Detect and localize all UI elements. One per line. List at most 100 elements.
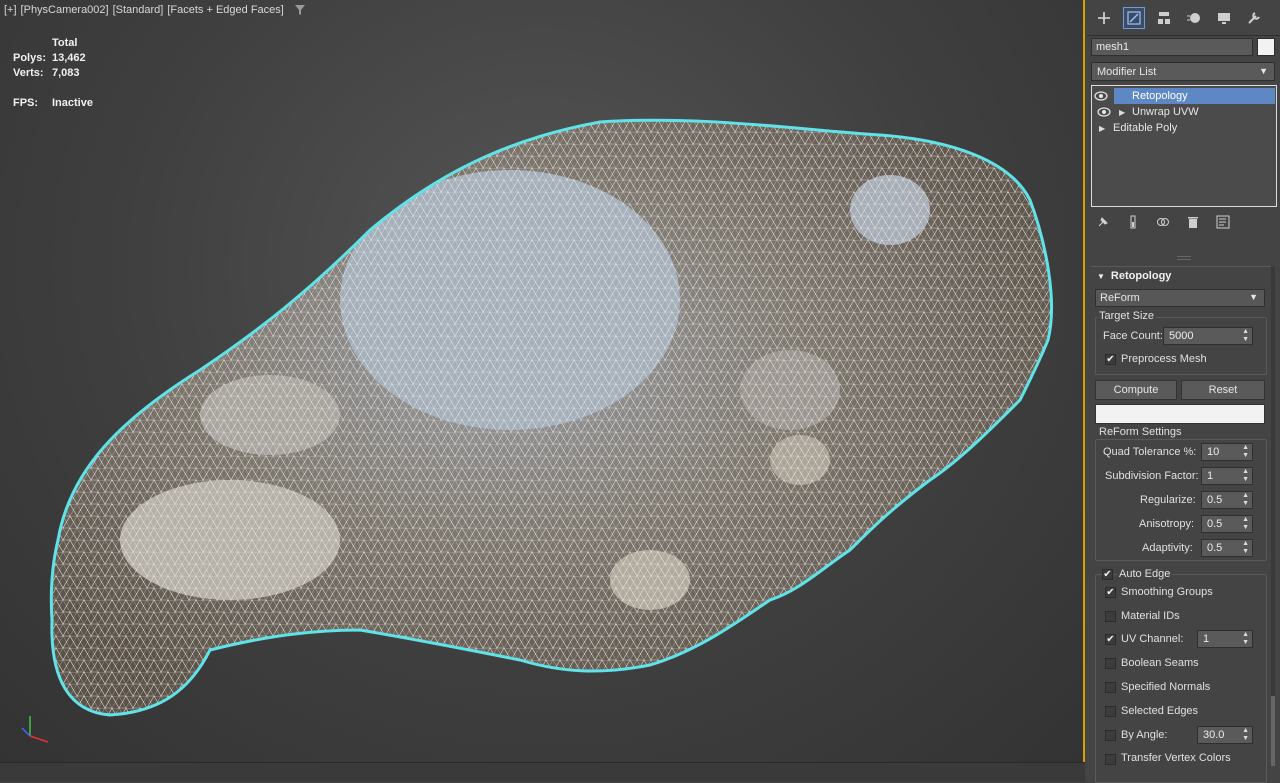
modifier-stack: Retopology ▶ Unwrap UVW ▶ Editable Poly — [1091, 85, 1277, 207]
stack-item-unwrap-uvw[interactable]: ▶ Unwrap UVW — [1092, 104, 1276, 120]
object-color-swatch[interactable] — [1257, 38, 1275, 56]
spinner-arrows-icon[interactable]: ▲ ▼ — [1242, 727, 1249, 743]
chevron-down-icon: ▼ — [1259, 66, 1268, 76]
viewport-display-menu[interactable]: [Facets + Edged Faces] — [167, 4, 283, 16]
by-angle-checkbox[interactable] — [1105, 730, 1116, 741]
panel-resize-grip[interactable] — [1177, 256, 1191, 260]
chevron-down-icon: ▼ — [1249, 292, 1258, 302]
stats-header: Total — [52, 36, 78, 49]
stack-item-label: Unwrap UVW — [1132, 106, 1199, 118]
configure-sets-icon[interactable] — [1215, 214, 1231, 230]
eye-icon[interactable] — [1094, 91, 1108, 101]
compute-button[interactable]: Compute — [1095, 380, 1177, 400]
reset-button[interactable]: Reset — [1181, 380, 1265, 400]
display-tab[interactable] — [1213, 7, 1235, 29]
object-name-field[interactable]: mesh1 — [1091, 38, 1253, 56]
uv-channel-checkbox[interactable]: ✔ — [1105, 634, 1116, 645]
command-panel: mesh1 Modifier List ▼ Retopology ▶ Unwra… — [1087, 0, 1280, 783]
by-angle-spinner[interactable]: 30.0 ▲ ▼ — [1197, 726, 1253, 744]
command-panel-tabs — [1087, 0, 1280, 36]
uv-channel-spinner[interactable]: 1 ▲ ▼ — [1197, 630, 1253, 648]
face-count-spinner[interactable]: 5000 ▲ ▼ — [1163, 327, 1253, 345]
verts-value: 7,083 — [52, 66, 80, 79]
motion-tab[interactable] — [1183, 7, 1205, 29]
modifier-list-dropdown[interactable]: Modifier List ▼ — [1091, 62, 1275, 81]
quad-tolerance-value: 10 — [1207, 446, 1220, 458]
stack-toolbar — [1095, 214, 1231, 230]
subdivision-factor-label: Subdivision Factor: — [1105, 470, 1199, 482]
uv-channel-label: UV Channel: — [1121, 633, 1184, 645]
stack-item-label: Retopology — [1132, 90, 1188, 102]
regularize-value: 0.5 — [1207, 494, 1223, 506]
rock-mesh[interactable] — [0, 0, 1085, 762]
quad-tolerance-label: Quad Tolerance %: — [1103, 446, 1197, 458]
viewport-statistics: Total Polys: 13,462 Verts: 7,083 FPS: Inact… — [13, 35, 93, 110]
panel-scrollbar[interactable] — [1270, 266, 1276, 766]
uv-channel-value: 1 — [1203, 633, 1210, 645]
verts-label: Verts: — [13, 66, 44, 79]
collapse-triangle-icon: ▼ — [1097, 271, 1105, 281]
adaptivity-label: Adaptivity: — [1142, 542, 1193, 554]
transfer-vertex-colors-checkbox[interactable] — [1105, 754, 1116, 765]
method-dropdown[interactable]: ReForm ▼ — [1095, 289, 1265, 307]
modify-icon — [1127, 10, 1141, 25]
regularize-spinner[interactable]: 0.5 ▲ ▼ — [1201, 491, 1253, 509]
rollout-header[interactable]: ▼ Retopology — [1091, 267, 1275, 285]
spinner-arrows-icon[interactable]: ▲ ▼ — [1242, 540, 1249, 556]
viewport-general-menu[interactable]: [+] — [4, 4, 17, 16]
eye-icon[interactable] — [1097, 107, 1111, 117]
boolean-seams-checkbox[interactable] — [1105, 658, 1116, 669]
polys-label: Polys: — [13, 51, 47, 64]
motion-icon — [1187, 12, 1200, 23]
by-angle-label: By Angle: — [1121, 729, 1168, 741]
anisotropy-spinner[interactable]: 0.5 ▲ ▼ — [1201, 515, 1253, 533]
face-count-value: 5000 — [1169, 330, 1194, 342]
remove-modifier-icon[interactable] — [1185, 214, 1201, 230]
viewport-shading-menu[interactable]: [Standard] — [113, 4, 164, 16]
specified-normals-checkbox[interactable] — [1105, 682, 1116, 693]
pin-stack-icon[interactable] — [1095, 214, 1111, 230]
viewport-camera-menu[interactable]: [PhysCamera002] — [21, 4, 109, 16]
funnel-icon[interactable] — [294, 4, 306, 16]
stack-item-label: Editable Poly — [1113, 122, 1178, 134]
spinner-arrows-icon[interactable]: ▲ ▼ — [1242, 468, 1249, 484]
boolean-seams-label: Boolean Seams — [1121, 657, 1199, 669]
utilities-tab[interactable] — [1243, 7, 1265, 29]
hierarchy-icon — [1158, 11, 1170, 24]
expand-triangle-icon[interactable]: ▶ — [1119, 108, 1125, 117]
retopology-rollout: ▼ Retopology ReForm ▼ Target Size Face C… — [1091, 266, 1275, 783]
stack-item-editable-poly[interactable]: ▶ Editable Poly — [1092, 120, 1276, 136]
selected-edges-label: Selected Edges — [1121, 705, 1199, 717]
show-end-result-icon[interactable] — [1125, 214, 1141, 230]
spinner-arrows-icon[interactable]: ▲ ▼ — [1242, 444, 1249, 460]
fps-value: Inactive — [52, 96, 93, 109]
perspective-viewport[interactable]: [+] [PhysCamera002] [Standard] [Facets +… — [0, 0, 1085, 762]
face-count-label: Face Count: — [1103, 330, 1163, 342]
method-value: ReForm — [1100, 292, 1140, 304]
modify-tab[interactable] — [1123, 6, 1145, 29]
auto-edge-checkbox[interactable]: ✔ — [1102, 569, 1113, 580]
viewport-label[interactable]: [+] [PhysCamera002] [Standard] [Facets +… — [4, 4, 306, 16]
target-size-label: Target Size — [1097, 310, 1157, 322]
fps-label: FPS: — [13, 96, 39, 109]
auto-edge-label: Auto Edge — [1117, 568, 1173, 580]
subdivision-factor-spinner[interactable]: 1 ▲ ▼ — [1201, 467, 1253, 485]
quad-tolerance-spinner[interactable]: 10 ▲ ▼ — [1201, 443, 1253, 461]
adaptivity-spinner[interactable]: 0.5 ▲ ▼ — [1201, 539, 1253, 557]
make-unique-icon[interactable] — [1155, 214, 1171, 230]
expand-triangle-icon[interactable]: ▶ — [1099, 124, 1105, 133]
spinner-arrows-icon[interactable]: ▲ ▼ — [1242, 492, 1249, 508]
create-tab[interactable] — [1093, 7, 1115, 29]
preprocess-mesh-checkbox[interactable]: ✔ — [1105, 354, 1116, 365]
spinner-arrows-icon[interactable]: ▲ ▼ — [1242, 631, 1249, 647]
spinner-arrows-icon[interactable]: ▲ ▼ — [1242, 516, 1249, 532]
utilities-icon — [1248, 11, 1260, 24]
stack-item-retopology[interactable]: Retopology — [1094, 88, 1275, 104]
hierarchy-tab[interactable] — [1153, 7, 1175, 29]
preprocess-mesh-label: Preprocess Mesh — [1121, 353, 1207, 365]
material-ids-checkbox[interactable] — [1105, 611, 1116, 622]
smoothing-groups-checkbox[interactable]: ✔ — [1105, 587, 1116, 598]
selected-edges-checkbox[interactable] — [1105, 706, 1116, 717]
modifier-list-label: Modifier List — [1097, 66, 1157, 78]
spinner-arrows-icon[interactable]: ▲ ▼ — [1242, 328, 1249, 344]
